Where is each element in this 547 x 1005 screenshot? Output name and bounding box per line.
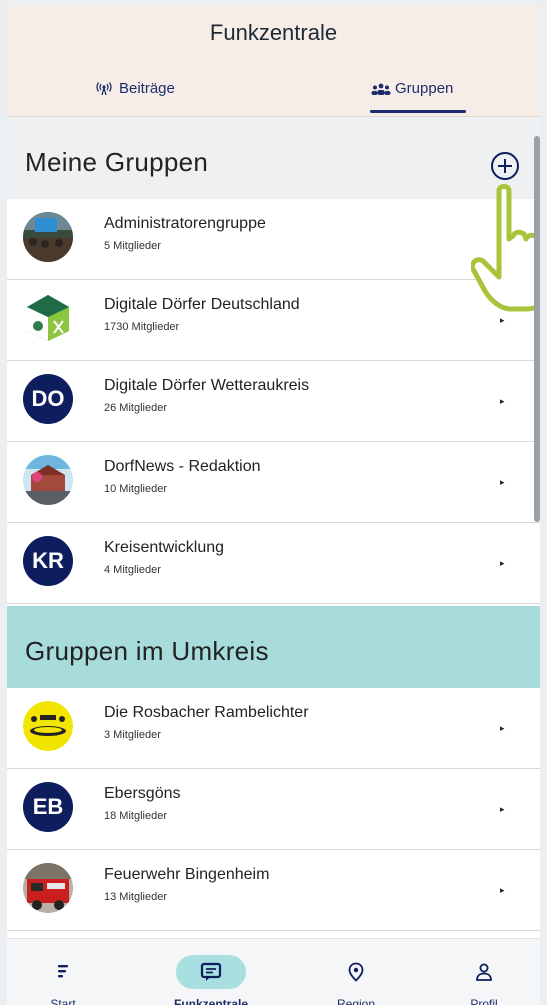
- list-item[interactable]: Administratorengruppe 5 Mitglieder ▸: [7, 199, 540, 280]
- chevron-right-icon: ▸: [500, 477, 505, 487]
- chat-icon: [176, 955, 246, 989]
- section-title: Meine Gruppen: [25, 147, 209, 177]
- plus-circle-icon: [491, 152, 519, 180]
- radio-icon: [95, 81, 113, 96]
- member-count: 4 Mitglieder: [104, 564, 161, 576]
- member-count: 1730 Mitglieder: [104, 321, 180, 333]
- my-groups-header: Meine Gruppen: [7, 117, 540, 199]
- tab-gruppen[interactable]: Gruppen: [371, 80, 453, 97]
- chevron-right-icon: ▸: [500, 558, 505, 568]
- chevron-right-icon: ▸: [500, 234, 505, 244]
- nav-start[interactable]: Start: [8, 939, 118, 1005]
- nav-region[interactable]: Region: [301, 939, 411, 1005]
- list-item[interactable]: Feuerwehr Bingenheim 13 Mitglieder ▸: [7, 850, 540, 931]
- avatar: [23, 701, 73, 751]
- page-title: Funkzentrale: [209, 20, 338, 45]
- avatar: [23, 293, 73, 343]
- member-count: 10 Mitglieder: [104, 483, 167, 495]
- list-item[interactable]: Die Rosbacher Rambelichter 3 Mitglieder …: [7, 688, 540, 769]
- list-item[interactable]: EB Ebersgöns 18 Mitglieder ▸: [7, 769, 540, 850]
- tab-beitraege[interactable]: Beiträge: [95, 80, 175, 97]
- member-count: 5 Mitglieder: [104, 240, 161, 252]
- nav-start-label: Start: [50, 997, 76, 1005]
- tab-beitraege-label: Beiträge: [119, 80, 175, 97]
- person-icon: [449, 955, 519, 989]
- nav-funkzentrale-label: Funkzentrale: [173, 997, 248, 1005]
- list-item[interactable]: DO Digitale Dörfer Wetteraukreis 26 Mitg…: [7, 361, 540, 442]
- avatar: [23, 455, 73, 505]
- add-group-button[interactable]: [490, 151, 520, 181]
- active-tab-indicator: [370, 110, 466, 113]
- avatar: KR: [23, 536, 73, 586]
- chevron-right-icon: ▸: [500, 723, 505, 733]
- scrollbar[interactable]: [534, 136, 540, 522]
- location-pin-icon: [321, 955, 391, 989]
- list-item[interactable]: KR Kreisentwicklung 4 Mitglieder ▸: [7, 523, 540, 604]
- group-name: Kreisentwicklung: [104, 539, 225, 556]
- chevron-right-icon: ▸: [500, 885, 505, 895]
- list-item[interactable]: Digitale Dörfer Deutschland 1730 Mitglie…: [7, 280, 540, 361]
- groups-icon: [371, 82, 391, 96]
- bottom-navigation: Start Funkzentrale Region Profil: [7, 938, 540, 1005]
- nav-region-label: Region: [336, 997, 376, 1005]
- app-frame: Funkzentrale Beiträge Gruppen Meine Grup…: [7, 6, 540, 1005]
- group-name: Digitale Dörfer Deutschland: [104, 296, 300, 313]
- top-app-bar: Funkzentrale Beiträge Gruppen: [7, 6, 540, 117]
- nearby-groups-header: Gruppen im Umkreis: [7, 606, 540, 688]
- member-count: 13 Mitglieder: [104, 891, 167, 903]
- member-count: 26 Mitglieder: [104, 402, 167, 414]
- group-name: Digitale Dörfer Wetteraukreis: [104, 377, 310, 394]
- group-name: Administratorengruppe: [104, 215, 266, 232]
- chevron-right-icon: ▸: [500, 396, 505, 406]
- group-name: Die Rosbacher Rambelichter: [104, 704, 309, 721]
- avatar: [23, 212, 73, 262]
- member-count: 3 Mitglieder: [104, 729, 161, 741]
- chevron-right-icon: ▸: [500, 804, 505, 814]
- avatar: [23, 863, 73, 913]
- avatar: DO: [23, 374, 73, 424]
- group-name: Ebersgöns: [104, 785, 181, 802]
- list-item[interactable]: DorfNews - Redaktion 10 Mitglieder ▸: [7, 442, 540, 523]
- group-name: DorfNews - Redaktion: [104, 458, 261, 475]
- section-title: Gruppen im Umkreis: [25, 636, 269, 666]
- nav-profil[interactable]: Profil: [429, 939, 539, 1005]
- nav-profil-label: Profil: [470, 997, 498, 1005]
- nav-funkzentrale[interactable]: Funkzentrale: [156, 939, 266, 1005]
- group-name: Feuerwehr Bingenheim: [104, 866, 270, 883]
- feed-icon: [28, 955, 98, 989]
- avatar: EB: [23, 782, 73, 832]
- tab-gruppen-label: Gruppen: [395, 80, 454, 97]
- member-count: 18 Mitglieder: [104, 810, 167, 822]
- chevron-right-icon: ▸: [500, 315, 505, 325]
